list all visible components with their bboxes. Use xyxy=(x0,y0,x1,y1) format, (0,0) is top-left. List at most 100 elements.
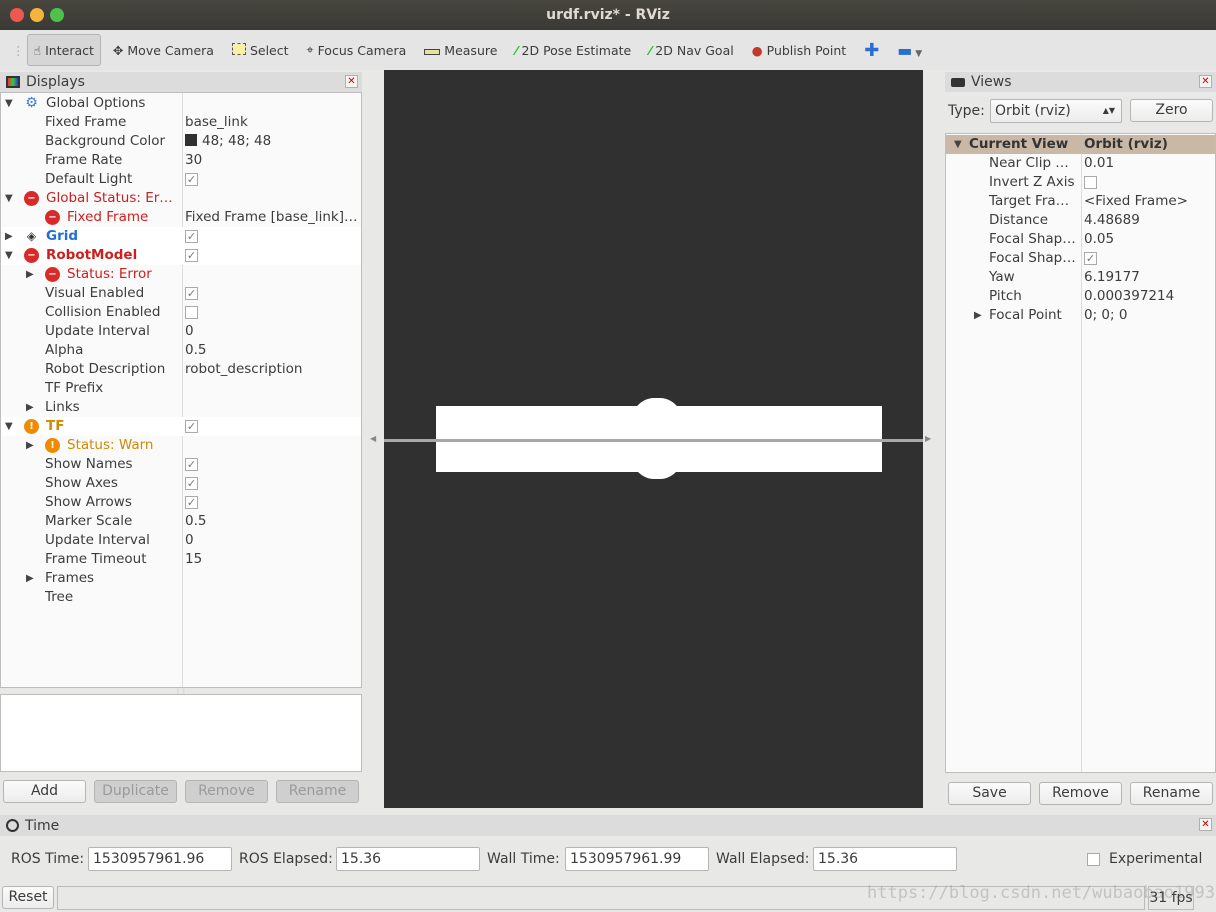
display-row[interactable]: ▶! Status: Warn xyxy=(1,436,361,455)
rename-view-button[interactable]: Rename xyxy=(1130,782,1213,805)
expand-down-icon[interactable]: ▼ xyxy=(5,94,13,113)
property-value[interactable]: ✓ xyxy=(185,246,361,265)
close-views-button[interactable]: ✕ xyxy=(1199,75,1212,88)
checkbox[interactable]: ✓ xyxy=(185,229,198,243)
remove-view-button[interactable]: Remove xyxy=(1039,782,1122,805)
display-row[interactable]: Fixed Frame base_link xyxy=(1,113,361,132)
maximize-window-button[interactable] xyxy=(50,8,64,22)
current-view-row[interactable]: ▼ Current View Orbit (rviz) xyxy=(946,135,1215,154)
checkbox[interactable] xyxy=(185,305,198,319)
property-value[interactable]: 0.5 xyxy=(185,341,361,360)
display-row[interactable]: Update Interval 0 xyxy=(1,531,361,550)
checkbox[interactable]: ✓ xyxy=(185,286,198,300)
property-value[interactable]: 0 xyxy=(185,322,361,341)
3d-viewport[interactable] xyxy=(384,70,923,808)
tool-focus-camera[interactable]: ⌖ Focus Camera xyxy=(301,34,413,66)
expand-right-icon[interactable]: ▶ xyxy=(5,227,13,246)
minimize-window-button[interactable] xyxy=(30,8,44,22)
property-value[interactable]: <Fixed Frame> xyxy=(1084,192,1188,211)
property-value[interactable]: ✓ xyxy=(185,170,361,189)
display-row[interactable]: ▼! TF ✓ xyxy=(1,417,361,436)
view-property-row[interactable]: Target Fra… <Fixed Frame> xyxy=(946,192,1215,211)
display-row[interactable]: Frame Timeout 15 xyxy=(1,550,361,569)
close-time-button[interactable]: ✕ xyxy=(1199,818,1212,831)
display-row[interactable]: Show Names ✓ xyxy=(1,455,361,474)
toolbar-grip[interactable]: ⋮ xyxy=(12,43,25,58)
property-value[interactable]: 0; 0; 0 xyxy=(1084,306,1127,325)
expand-right-icon[interactable]: ▶ xyxy=(26,569,34,588)
display-row[interactable]: Show Axes ✓ xyxy=(1,474,361,493)
display-row[interactable]: Frame Rate 30 xyxy=(1,151,361,170)
view-property-row[interactable]: Yaw 6.19177 xyxy=(946,268,1215,287)
checkbox[interactable] xyxy=(1084,175,1097,189)
display-row[interactable]: Update Interval 0 xyxy=(1,322,361,341)
display-row[interactable]: ▶ ◈ Grid ✓ xyxy=(1,227,361,246)
display-row[interactable]: Robot Description robot_description xyxy=(1,360,361,379)
display-row[interactable]: Collision Enabled xyxy=(1,303,361,322)
expand-right-icon[interactable]: ▶ xyxy=(974,306,982,325)
display-row[interactable]: Marker Scale 0.5 xyxy=(1,512,361,531)
expand-down-icon[interactable]: ▼ xyxy=(954,135,962,154)
property-value[interactable] xyxy=(1084,173,1097,192)
displays-tree[interactable]: ▼ ⚙ Global Options Fixed Frame base_link Back… xyxy=(0,92,362,688)
right-splitter[interactable]: ▶ xyxy=(925,70,939,808)
checkbox[interactable]: ✓ xyxy=(185,172,198,186)
expand-right-icon[interactable]: ▶ xyxy=(26,265,34,284)
property-value[interactable]: ✓ xyxy=(185,227,361,246)
checkbox[interactable]: ✓ xyxy=(185,457,198,471)
ros-elapsed-field[interactable]: 15.36 xyxy=(336,847,480,871)
view-property-row[interactable]: Distance 4.48689 xyxy=(946,211,1215,230)
add-display-button[interactable]: Add xyxy=(3,780,86,803)
property-value[interactable]: 0 xyxy=(185,531,361,550)
display-row[interactable]: Tree xyxy=(1,588,361,607)
display-row[interactable]: ▶ Frames xyxy=(1,569,361,588)
checkbox[interactable]: ✓ xyxy=(185,476,198,490)
close-displays-button[interactable]: ✕ xyxy=(345,75,358,88)
property-value[interactable] xyxy=(185,303,361,322)
checkbox[interactable]: ✓ xyxy=(185,495,198,509)
expand-down-icon[interactable]: ▼ xyxy=(5,417,13,436)
property-value[interactable]: Fixed Frame [base_link]… xyxy=(185,208,361,227)
close-window-button[interactable] xyxy=(10,8,24,22)
tool-2d-nav-goal[interactable]: ⁄ 2D Nav Goal xyxy=(643,34,740,66)
tool-interact[interactable]: ☝ Interact xyxy=(26,34,101,66)
save-view-button[interactable]: Save xyxy=(948,782,1031,805)
property-value[interactable]: ✓ xyxy=(185,284,361,303)
property-value[interactable]: 0.01 xyxy=(1084,154,1114,173)
checkbox[interactable]: ✓ xyxy=(185,248,198,262)
property-value[interactable]: ✓ xyxy=(185,455,361,474)
property-value[interactable]: ✓ xyxy=(185,417,361,436)
property-value[interactable]: 30 xyxy=(185,151,361,170)
remove-display-button[interactable]: Remove xyxy=(185,780,268,803)
view-property-row[interactable]: Focal Shap… ✓ xyxy=(946,249,1215,268)
view-property-row[interactable]: ▶ Focal Point 0; 0; 0 xyxy=(946,306,1215,325)
reset-button[interactable]: Reset xyxy=(2,886,54,909)
display-row[interactable]: ▼ − RobotModel ✓ xyxy=(1,246,361,265)
expand-down-icon[interactable]: ▼ xyxy=(5,246,13,265)
display-row[interactable]: Show Arrows ✓ xyxy=(1,493,361,512)
checkbox[interactable]: ✓ xyxy=(1084,251,1097,265)
property-value[interactable]: 0.5 xyxy=(185,512,361,531)
tool-plus[interactable]: ✚ xyxy=(858,34,885,66)
tool-2d-pose-estimate[interactable]: ⁄ 2D Pose Estimate xyxy=(509,34,637,66)
tool-measure[interactable]: Measure xyxy=(418,34,503,66)
property-value[interactable]: 6.19177 xyxy=(1084,268,1140,287)
experimental-checkbox[interactable] xyxy=(1087,853,1100,866)
views-tree[interactable]: ▼ Current View Orbit (rviz) Near Clip … 0… xyxy=(945,133,1216,773)
color-swatch[interactable] xyxy=(185,134,197,146)
display-row[interactable]: Default Light ✓ xyxy=(1,170,361,189)
display-row[interactable]: − Fixed Frame Fixed Frame [base_link]… xyxy=(1,208,361,227)
property-value[interactable]: base_link xyxy=(185,113,361,132)
ros-time-field[interactable]: 1530957961.96 xyxy=(88,847,232,871)
display-row[interactable]: Visual Enabled ✓ xyxy=(1,284,361,303)
view-property-row[interactable]: Focal Shap… 0.05 xyxy=(946,230,1215,249)
property-value[interactable]: 0.000397214 xyxy=(1084,287,1174,306)
display-row[interactable]: ▼ − Global Status: Er… xyxy=(1,189,361,208)
view-property-row[interactable]: Pitch 0.000397214 xyxy=(946,287,1215,306)
display-row[interactable]: TF Prefix xyxy=(1,379,361,398)
property-value[interactable]: 4.48689 xyxy=(1084,211,1140,230)
zero-button[interactable]: Zero xyxy=(1130,99,1213,122)
rename-display-button[interactable]: Rename xyxy=(276,780,359,803)
checkbox[interactable]: ✓ xyxy=(185,419,198,433)
property-value[interactable]: ✓ xyxy=(1084,249,1097,268)
